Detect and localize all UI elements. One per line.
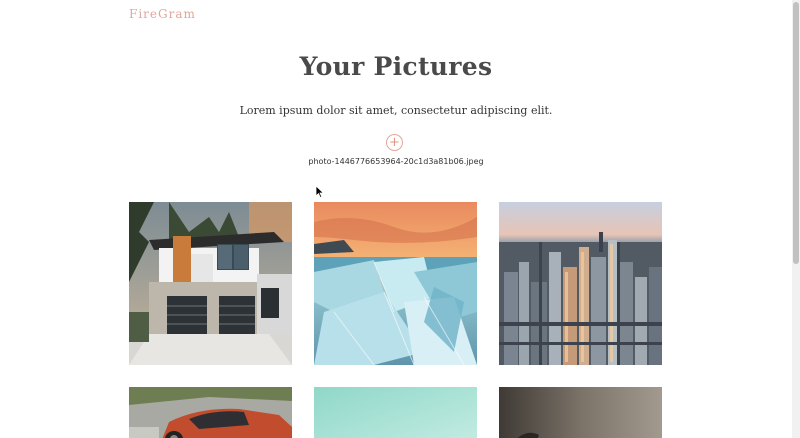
mouse-cursor-icon bbox=[315, 185, 325, 199]
gallery-item-dark[interactable] bbox=[499, 387, 662, 438]
gallery-item-teal[interactable] bbox=[314, 387, 477, 438]
modern-house-photo bbox=[129, 202, 292, 365]
gallery-item-city[interactable] bbox=[499, 202, 662, 365]
plus-icon: + bbox=[389, 135, 400, 150]
red-sports-car-photo bbox=[129, 387, 292, 438]
dark-blurred-photo bbox=[499, 387, 662, 438]
selected-file-name: photo-1446776653964-20c1d3a81b06.jpeg bbox=[308, 157, 484, 166]
vertical-scrollbar[interactable] bbox=[792, 0, 800, 438]
ice-shards-sunset-photo bbox=[314, 202, 477, 365]
gallery-item-ice[interactable] bbox=[314, 202, 477, 365]
page-title: Your Pictures bbox=[299, 52, 493, 81]
upload-button[interactable]: + bbox=[386, 134, 403, 151]
page-subtitle: Lorem ipsum dolor sit amet, consectetur … bbox=[239, 104, 553, 117]
gallery-item-car[interactable] bbox=[129, 387, 292, 438]
gallery-item-house[interactable] bbox=[129, 202, 292, 365]
page: FireGram Your Pictures Lorem ipsum dolor… bbox=[0, 0, 800, 438]
scrollbar-thumb[interactable] bbox=[793, 2, 799, 264]
city-skyline-aerial-photo bbox=[499, 202, 662, 365]
brand-logo[interactable]: FireGram bbox=[129, 7, 196, 21]
teal-gradient-photo bbox=[314, 387, 477, 438]
